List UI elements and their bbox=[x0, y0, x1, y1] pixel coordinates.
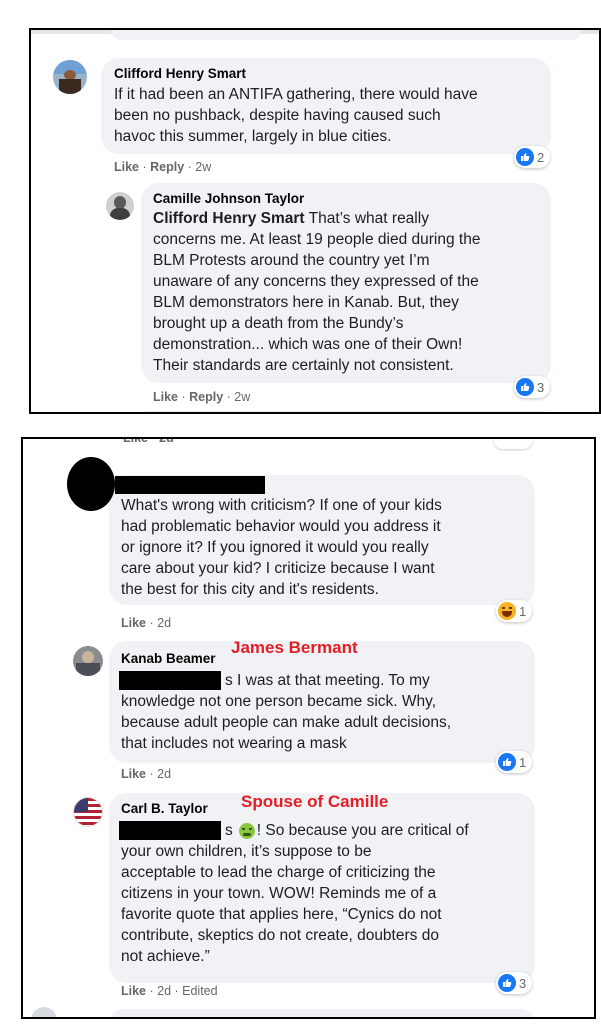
comment-actions-clifford: Like · Reply · 2w bbox=[114, 160, 212, 174]
reaction-count: 3 bbox=[519, 975, 527, 991]
comment-time[interactable]: 2d bbox=[157, 767, 171, 781]
comment-first-line: s ! So because you are critical of bbox=[121, 820, 551, 841]
comment-fragment: s bbox=[225, 822, 233, 839]
comment-author-clifford[interactable]: Clifford Henry Smart bbox=[114, 66, 246, 81]
reply-line: brought up a death from the Bundy’s bbox=[153, 315, 404, 332]
reaction-count-kanab-beamer[interactable]: 1 bbox=[496, 751, 533, 773]
reply-line: That’s what really bbox=[304, 210, 429, 227]
like-link[interactable]: Like bbox=[114, 160, 139, 174]
screenshot-panel-top: Clifford Henry Smart If it had been an A… bbox=[29, 28, 601, 414]
reply-line: concerns me. At least 19 people died dur… bbox=[153, 231, 481, 248]
like-reaction-icon bbox=[498, 753, 516, 771]
comment-time[interactable]: 2d bbox=[157, 616, 171, 630]
comment-line: What's wrong with criticism? If one of y… bbox=[121, 497, 442, 514]
haha-reaction-icon bbox=[498, 602, 516, 620]
comment-fragment: ! So because you are critical of bbox=[256, 822, 469, 839]
reply-author-camille[interactable]: Camille Johnson Taylor bbox=[153, 191, 304, 206]
edited-label: Edited bbox=[182, 984, 218, 998]
comment-text-carl-taylor: s ! So because you are critical of your … bbox=[121, 820, 551, 967]
mention-link[interactable]: Clifford Henry Smart bbox=[153, 210, 305, 227]
comment-text-kanab-beamer: s I was at that meeting. To my knowledge… bbox=[121, 670, 551, 754]
comment-line: citizens in your town. WOW! Reminds me o… bbox=[121, 885, 437, 902]
like-link[interactable]: Like bbox=[121, 984, 146, 998]
avatar-camille[interactable] bbox=[106, 192, 134, 220]
reaction-count: 2 bbox=[537, 149, 545, 165]
annotation-spouse-of-camille: Spouse of Camille bbox=[241, 792, 389, 811]
comment-time[interactable]: 2w bbox=[195, 160, 211, 174]
screenshot-panel-bottom: Like · 2d What's wrong with criticism? I… bbox=[21, 437, 596, 1019]
reply-link[interactable]: Reply bbox=[150, 160, 184, 174]
like-reaction-icon bbox=[516, 148, 534, 166]
reaction-count-clifford[interactable]: 2 bbox=[514, 146, 551, 168]
next-comment-edge bbox=[23, 1005, 594, 1017]
avatar-clifford[interactable] bbox=[53, 60, 87, 94]
nauseated-emoji-icon bbox=[238, 822, 255, 839]
reply-actions-camille: Like · Reply · 2w bbox=[153, 390, 251, 404]
reaction-count: 1 bbox=[519, 754, 527, 770]
comment-line: knowledge not one person became sick. Wh… bbox=[121, 693, 437, 710]
previous-comment-actions: Like · 2d bbox=[123, 437, 174, 445]
comment-text-1: What's wrong with criticism? If one of y… bbox=[121, 495, 551, 600]
comment-author-kanab-beamer[interactable]: Kanab Beamer bbox=[121, 651, 216, 666]
previous-reaction-edge bbox=[493, 439, 533, 449]
reply-line: BLM demonstrators here in Kanab. But, th… bbox=[153, 294, 459, 311]
next-reply-bubble-edge bbox=[141, 411, 551, 412]
reply-line: Their standards are certainly not consis… bbox=[153, 357, 454, 374]
reaction-count-camille[interactable]: 3 bbox=[514, 376, 551, 398]
comment-line: your own children, it’s suppose to be bbox=[121, 843, 372, 860]
like-reaction-icon bbox=[498, 974, 516, 992]
like-reaction-icon bbox=[516, 378, 534, 396]
comment-line: that includes not wearing a mask bbox=[121, 735, 347, 752]
previous-comment-bubble bbox=[111, 30, 581, 40]
comment-line: contribute, skeptics do not create, doub… bbox=[121, 927, 439, 944]
reaction-count: 1 bbox=[519, 603, 527, 619]
reply-link[interactable]: Reply bbox=[189, 390, 223, 404]
like-link[interactable]: Like bbox=[121, 616, 146, 630]
reply-line: unaware of any concerns they expressed o… bbox=[153, 273, 479, 290]
like-link[interactable]: Like bbox=[153, 390, 178, 404]
reply-line: BLM Protests around the country yet I’m bbox=[153, 252, 430, 269]
comment-line: the best for this city and it's resident… bbox=[121, 581, 379, 598]
comment-line: If it had been an ANTIFA gathering, ther… bbox=[114, 86, 478, 103]
comment-actions-kanab-beamer: Like · 2d bbox=[121, 767, 172, 781]
comment-author-carl-taylor[interactable]: Carl B. Taylor bbox=[121, 801, 208, 816]
reaction-count: 3 bbox=[537, 379, 545, 395]
comment-line: because adult people can make adult deci… bbox=[121, 714, 452, 731]
comment-line: not achieve.” bbox=[121, 948, 210, 965]
avatar-carl-taylor[interactable] bbox=[73, 797, 103, 827]
comment-line: havoc this summer, largely in blue citie… bbox=[114, 128, 392, 145]
comment-line: favorite quote that applies here, “Cynic… bbox=[121, 906, 442, 923]
reply-line: demonstration... which was one of their … bbox=[153, 336, 463, 353]
reaction-count-carl-taylor[interactable]: 3 bbox=[496, 972, 533, 994]
comment-line: acceptable to lead the charge of critici… bbox=[121, 864, 436, 881]
comment-line: or ignore it? If you ignored it would yo… bbox=[121, 539, 429, 556]
comment-actions-1: Like · 2d bbox=[121, 616, 172, 630]
like-link[interactable]: Like bbox=[121, 767, 146, 781]
comment-time[interactable]: 2w bbox=[234, 390, 250, 404]
avatar-kanab-beamer[interactable] bbox=[73, 646, 103, 676]
comment-line: been no pushback, despite having caused … bbox=[114, 107, 441, 124]
reaction-count-1[interactable]: 1 bbox=[496, 600, 533, 622]
comment-line: care about your kid? I criticize because… bbox=[121, 560, 435, 577]
comment-actions-carl-taylor: Like · 2d · Edited bbox=[121, 984, 218, 998]
comment-line: had problematic behavior would you addre… bbox=[121, 518, 441, 535]
annotation-james-bermant: James Bermant bbox=[231, 638, 358, 657]
redacted-author-name bbox=[115, 476, 265, 494]
reply-first-line: Clifford Henry Smart That’s what really bbox=[153, 208, 563, 229]
comment-time[interactable]: 2d bbox=[157, 984, 171, 998]
redacted-avatar bbox=[67, 457, 115, 511]
comment-first-line: s I was at that meeting. To my bbox=[225, 672, 430, 689]
comment-text-clifford: If it had been an ANTIFA gathering, ther… bbox=[114, 84, 554, 147]
reply-text-camille: Clifford Henry Smart That’s what really … bbox=[153, 208, 563, 376]
